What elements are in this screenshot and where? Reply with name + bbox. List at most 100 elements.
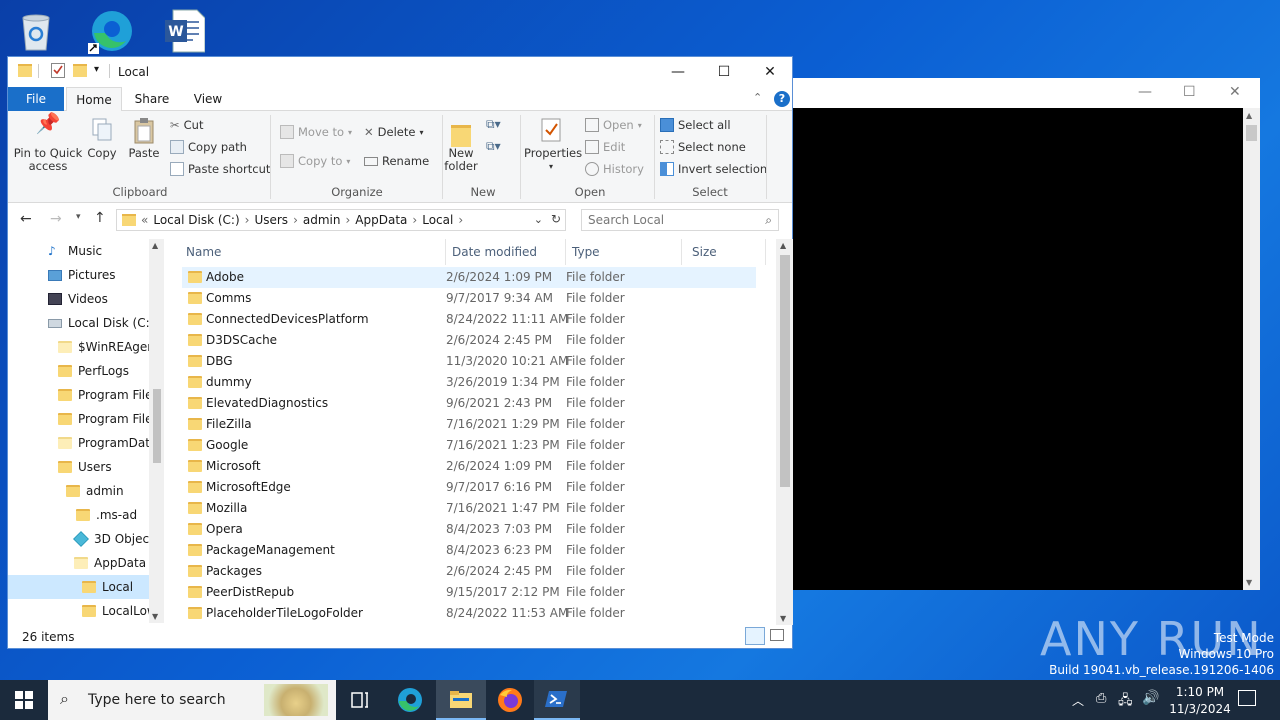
up-arrow-icon[interactable]: ↑ — [94, 210, 106, 226]
breadcrumb-separator[interactable]: › — [412, 213, 417, 227]
nav-item-videos[interactable]: Videos — [48, 287, 108, 311]
minimize-icon[interactable]: — — [1138, 84, 1152, 100]
breadcrumb-separator[interactable]: › — [458, 213, 463, 227]
taskbar-search-box[interactable]: ⌕ Type here to search — [48, 680, 336, 720]
breadcrumb-separator[interactable]: › — [293, 213, 298, 227]
file-row[interactable]: Google 7/16/2021 1:23 PM File folder — [182, 435, 756, 456]
forward-arrow-icon[interactable]: → — [50, 211, 62, 227]
meet-now-icon[interactable]: ⎙ — [1096, 691, 1106, 706]
rename-button[interactable]: Rename — [364, 154, 429, 168]
nav-item-users[interactable]: Users — [58, 455, 112, 479]
copy-button[interactable]: Copy — [86, 117, 118, 160]
move-to-button[interactable]: Move to ▾ — [280, 125, 352, 139]
volume-icon[interactable]: 🔊 — [1142, 690, 1159, 706]
paste-shortcut-button[interactable]: Paste shortcut — [170, 162, 270, 176]
network-icon[interactable]: 🖧 — [1118, 691, 1133, 713]
select-all-button[interactable]: Select all — [660, 118, 731, 132]
word-document-icon[interactable]: W — [160, 6, 208, 56]
file-row[interactable]: Comms 9/7/2017 9:34 AM File folder — [182, 288, 756, 309]
nav-item-program-files-x86[interactable]: Program Files — [58, 407, 159, 431]
recent-locations-icon[interactable]: ▾ — [76, 212, 81, 222]
minimize-button[interactable]: — — [655, 57, 701, 87]
open-button[interactable]: Open ▾ — [585, 118, 642, 132]
maximize-icon[interactable]: ☐ — [1183, 84, 1196, 100]
tab-view[interactable]: View — [180, 87, 236, 111]
chevron-up-icon[interactable]: ︿ — [1072, 692, 1084, 709]
file-row[interactable]: Packages 2/6/2024 2:45 PM File folder — [182, 561, 756, 582]
copy-path-button[interactable]: Copy path — [170, 140, 247, 154]
edge-desktop-icon[interactable] — [86, 6, 134, 56]
select-none-button[interactable]: Select none — [660, 140, 746, 154]
file-row[interactable]: PeerDistRepub 9/15/2017 2:12 PM File folde… — [182, 582, 756, 603]
nav-item-local[interactable]: Local — [8, 575, 149, 599]
close-icon[interactable]: ✕ — [1229, 84, 1241, 100]
breadcrumb-users[interactable]: Users — [254, 213, 288, 227]
file-row[interactable]: DBG 11/3/2020 10:21 AM File folder — [182, 351, 756, 372]
breadcrumb-appdata[interactable]: AppData — [355, 213, 407, 227]
history-button[interactable]: History — [585, 162, 644, 176]
address-dropdown-icon[interactable]: ⌄ — [534, 213, 543, 226]
file-explorer-taskbar-icon[interactable] — [436, 680, 486, 720]
pin-to-quick-access-button[interactable]: 📌 Pin to Quick access — [12, 113, 84, 173]
nav-item-3d-objects[interactable]: 3D Objects — [73, 527, 160, 551]
nav-item-local-disk[interactable]: Local Disk (C:) — [48, 311, 154, 335]
file-row[interactable]: ElevatedDiagnostics 9/6/2021 2:43 PM File … — [182, 393, 756, 414]
paste-button[interactable]: Paste — [126, 117, 162, 160]
breadcrumb-local-disk[interactable]: Local Disk (C:) — [153, 213, 239, 227]
refresh-icon[interactable]: ↻ — [551, 212, 561, 226]
new-item-icon[interactable]: ⧉▾ — [486, 117, 501, 132]
file-row[interactable]: Mozilla 7/16/2021 1:47 PM File folder — [182, 498, 756, 519]
nav-item-ms-ad[interactable]: .ms-ad — [76, 503, 137, 527]
tab-file[interactable]: File — [8, 87, 64, 111]
powershell-taskbar-icon[interactable] — [534, 680, 580, 720]
close-button[interactable]: ✕ — [747, 57, 793, 87]
tab-share[interactable]: Share — [124, 87, 180, 111]
file-row[interactable]: Opera 8/4/2023 7:03 PM File folder — [182, 519, 756, 540]
file-row[interactable]: PlaceholderTileLogoFolder 8/24/2022 11:53… — [182, 603, 756, 624]
column-header-name[interactable]: Name — [180, 239, 446, 265]
nav-item-program-files[interactable]: Program Files — [58, 383, 159, 407]
details-view-icon[interactable] — [745, 627, 765, 645]
file-row[interactable]: Adobe 2/6/2024 1:09 PM File folder — [182, 267, 756, 288]
properties-button[interactable]: Properties ▾ — [524, 117, 582, 173]
console-scrollbar[interactable]: ▲ ▼ — [1243, 108, 1260, 590]
help-icon[interactable]: ? — [774, 91, 790, 107]
breadcrumb-admin[interactable]: admin — [303, 213, 341, 227]
copy-to-button[interactable]: Copy to ▾ — [280, 154, 350, 168]
invert-selection-button[interactable]: Invert selection — [660, 162, 767, 176]
address-overflow[interactable]: « — [141, 213, 148, 227]
nav-item-locallow[interactable]: LocalLow — [82, 599, 157, 623]
quick-access-dropdown-icon[interactable]: ▾ — [94, 64, 99, 75]
file-row[interactable]: Microsoft 2/6/2024 1:09 PM File folder — [182, 456, 756, 477]
nav-item-winreagent[interactable]: $WinREAgent — [58, 335, 160, 359]
column-header-date-modified[interactable]: Date modified — [446, 239, 566, 265]
address-bar[interactable]: « Local Disk (C:) › Users › admin › AppD… — [116, 209, 566, 231]
file-row[interactable]: dummy 3/26/2019 1:34 PM File folder — [182, 372, 756, 393]
nav-item-music[interactable]: ♪ Music — [48, 239, 102, 263]
edge-taskbar-icon[interactable] — [386, 680, 434, 720]
properties-quick-icon[interactable] — [51, 63, 65, 78]
file-row[interactable]: PackageManagement 8/4/2023 6:23 PM File fo… — [182, 540, 756, 561]
nav-item-perflogs[interactable]: PerfLogs — [58, 359, 129, 383]
file-row[interactable]: D3DSCache 2/6/2024 2:45 PM File folder — [182, 330, 756, 351]
maximize-button[interactable]: ☐ — [701, 57, 747, 87]
notification-center-icon[interactable] — [1238, 690, 1256, 706]
navigation-pane-scrollbar[interactable]: ▲ ▼ — [149, 239, 164, 623]
file-row[interactable]: ConnectedDevicesPlatform 8/24/2022 11:11 … — [182, 309, 756, 330]
clock[interactable]: 1:10 PM 11/3/2024 — [1160, 684, 1240, 718]
large-icons-view-icon[interactable] — [770, 629, 784, 641]
console-window[interactable]: — ☐ ✕ ▲ ▼ — [793, 78, 1260, 590]
breadcrumb-separator[interactable]: › — [345, 213, 350, 227]
navigation-pane[interactable]: ♪ Music Pictures Videos Local Disk (C:) $… — [8, 239, 163, 623]
recycle-bin-icon[interactable] — [12, 6, 60, 56]
new-folder-button[interactable]: New folder — [444, 117, 478, 173]
search-input[interactable]: Search Local ⌕ — [581, 209, 779, 231]
easy-access-icon[interactable]: ⧉▾ — [486, 139, 501, 154]
nav-item-appdata[interactable]: AppData — [74, 551, 146, 575]
tab-home[interactable]: Home — [66, 87, 122, 112]
edit-button[interactable]: Edit — [585, 140, 625, 154]
new-folder-quick-icon[interactable] — [73, 64, 87, 77]
nav-item-pictures[interactable]: Pictures — [48, 263, 116, 287]
column-header-size[interactable]: Size — [686, 239, 766, 265]
task-view-icon[interactable] — [336, 680, 384, 720]
